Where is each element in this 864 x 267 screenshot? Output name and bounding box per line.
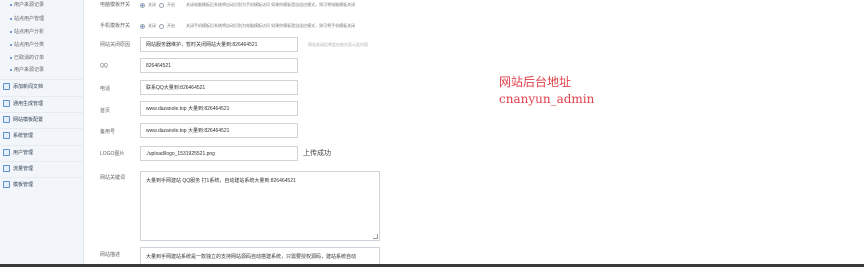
- sidebar-item-users[interactable]: 用户管理: [0, 145, 84, 158]
- close-reason-label: 网站关闭原因: [100, 42, 131, 48]
- sidebar-subitem-label: 用户来源记录: [14, 2, 45, 8]
- pc-mode-on-radio[interactable]: [159, 2, 164, 8]
- sidebar-item-add-news[interactable]: 添加新闻文档: [0, 79, 84, 92]
- template-icon: [3, 180, 10, 188]
- keywords-label: 网站关键词: [100, 175, 126, 181]
- pc-mode-off-radio[interactable]: [140, 2, 145, 8]
- bullet-icon: [10, 56, 12, 59]
- settings-icon: [3, 131, 10, 139]
- sidebar-subitem-label: 站点用户分析: [14, 29, 45, 35]
- bullet-icon: [10, 3, 12, 6]
- layout-icon: [3, 115, 10, 123]
- annotation-line-2: cnanyun_admin: [499, 92, 595, 106]
- phone-input[interactable]: 联系QQ大量到:826464521: [140, 80, 298, 95]
- mobile-mode-off-label: 关闭: [148, 23, 156, 28]
- mobile-mode-label: 手机模板开关: [100, 23, 131, 29]
- mobile-mode-hint: 关闭手机模板后系统将自动识别为电脑模板访问 如果你模板是自适应模式，则可将手机模…: [186, 23, 356, 28]
- sidebar-item-label: 通用生成管理: [13, 100, 44, 107]
- sidebar-item-generate[interactable]: 通用生成管理: [0, 96, 84, 109]
- pc-mode-off-label: 关闭: [148, 2, 156, 7]
- sidebar-subitem[interactable]: 站点用户管理: [10, 15, 44, 22]
- homepage-label: 首页: [100, 108, 111, 114]
- sidebar-item-label: 用户管理: [13, 149, 34, 156]
- qq-input[interactable]: 826464521: [140, 58, 298, 73]
- description-text: 大量到手网建站系统是一款独立的支持网站源码自动搭建系统，只需要授权源码，建站系统…: [146, 254, 357, 260]
- document-icon: [3, 82, 10, 90]
- phone-label: 电话: [100, 86, 111, 92]
- backup-input[interactable]: www.dazanole.top 大量到:826464521: [140, 123, 298, 138]
- homepage-input[interactable]: www.dazanole.top 大量到:826464521: [140, 101, 298, 116]
- logo-label: LOGO图片: [100, 151, 125, 157]
- sidebar-subitem[interactable]: 用户来源记录: [10, 66, 44, 73]
- bullet-icon: [10, 30, 12, 33]
- mobile-mode-on-radio[interactable]: [159, 23, 164, 29]
- gear-icon: [3, 99, 10, 107]
- pc-mode-hint: 关闭电脑模板后系统将自动识别为手机模板访问 如果你模板是自适应模式，则可将电脑模…: [186, 2, 356, 7]
- annotation-line-1: 网站后台地址: [499, 75, 572, 89]
- admin-address-annotation: 网站后台地址 cnanyun_admin: [499, 74, 594, 108]
- bullet-icon: [10, 17, 12, 20]
- resize-handle-icon[interactable]: [373, 234, 378, 239]
- qq-label: QQ: [100, 63, 108, 69]
- bullet-icon: [10, 68, 12, 71]
- user-icon: [3, 148, 10, 156]
- chart-icon: [3, 164, 10, 172]
- sidebar: 用户来源记录 站点用户管理 站点用户分析 站点用户分类 已取消的订单 用户来源记…: [0, 0, 84, 267]
- sidebar-item-system[interactable]: 系统管理: [0, 128, 84, 141]
- sidebar-subitem-label: 站点用户管理: [14, 16, 45, 22]
- sidebar-subitem[interactable]: 已取消的订单: [10, 54, 44, 61]
- pc-mode-radios: 关闭 开启 关闭电脑模板后系统将自动识别为手机模板访问 如果你模板是自适应模式，…: [140, 2, 355, 8]
- sidebar-item-traffic[interactable]: 流量管理: [0, 161, 84, 174]
- sidebar-item-label: 网站模板配置: [13, 116, 44, 123]
- mobile-mode-off-radio[interactable]: [140, 23, 145, 29]
- bullet-icon: [10, 43, 12, 46]
- sidebar-subitem[interactable]: 站点用户分类: [10, 41, 44, 48]
- keywords-text: 大量到手网建站 QQ服务 打1系统，自动建站系统大量到:826464521: [146, 178, 296, 184]
- sidebar-subitem-label: 站点用户分类: [14, 42, 45, 48]
- mobile-mode-radios: 关闭 开启 关闭手机模板后系统将自动识别为电脑模板访问 如果你模板是自适应模式，…: [140, 23, 355, 29]
- sidebar-item-label: 添加新闻文档: [13, 83, 44, 90]
- sidebar-item-label: 流量管理: [13, 165, 34, 172]
- logo-path-input[interactable]: ./upload/logo_1531925521.png: [140, 146, 298, 161]
- mobile-mode-on-label: 开启: [167, 23, 175, 28]
- upload-status: 上传成功: [303, 150, 331, 157]
- close-reason-input[interactable]: 网站服务器维护，暂时关闭网站大量到:826464521: [140, 37, 298, 52]
- sidebar-item-template-manage[interactable]: 模板管理: [0, 177, 84, 190]
- keywords-textarea[interactable]: 大量到手网建站 QQ服务 打1系统，自动建站系统大量到:826464521: [140, 171, 380, 241]
- backup-label: 备用号: [100, 129, 116, 135]
- sidebar-subitem[interactable]: 用户来源记录: [10, 1, 44, 8]
- pc-mode-label: 电脑模板开关: [100, 2, 131, 8]
- description-label: 网站描述: [100, 252, 121, 258]
- close-reason-hint: 网站关闭后将会在前台显示此内容: [308, 42, 368, 47]
- sidebar-item-label: 系统管理: [13, 132, 34, 139]
- sidebar-subitem-label: 用户来源记录: [14, 67, 45, 73]
- sidebar-subitem-label: 已取消的订单: [14, 55, 45, 61]
- sidebar-subitem[interactable]: 站点用户分析: [10, 28, 44, 35]
- pc-mode-on-label: 开启: [167, 2, 175, 7]
- sidebar-item-label: 模板管理: [13, 181, 34, 188]
- sidebar-item-templates[interactable]: 网站模板配置: [0, 112, 84, 125]
